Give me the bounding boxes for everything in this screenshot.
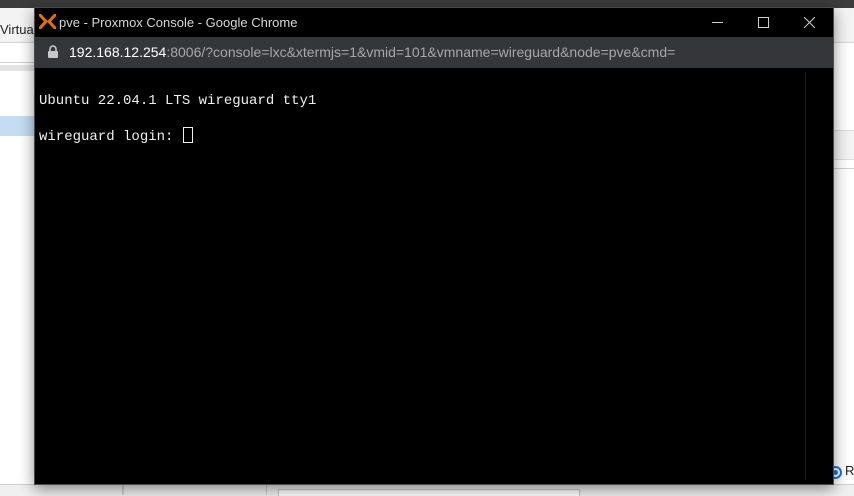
proxmox-logo-icon — [39, 14, 56, 29]
terminal-scrollbar[interactable] — [806, 72, 833, 480]
url-host: 192.168.12.254 — [69, 44, 167, 60]
background-content-divider — [832, 168, 854, 169]
minimize-icon — [712, 22, 723, 23]
background-radio-label: R — [845, 463, 854, 478]
background-splitter[interactable] — [122, 484, 124, 495]
background-header-text: Virtual — [0, 22, 37, 37]
login-prompt: wireguard login: — [39, 129, 182, 145]
background-content-box — [832, 130, 854, 160]
terminal-banner-line: Ubuntu 22.04.1 LTS wireguard tty1 — [39, 93, 317, 109]
window-title-bar[interactable]: pve - Proxmox Console - Google Chrome — [35, 8, 833, 37]
address-bar[interactable]: 192.168.12.254:8006/?console=lxc&xtermjs… — [35, 37, 833, 68]
url-text[interactable]: 192.168.12.254:8006/?console=lxc&xtermjs… — [69, 44, 675, 60]
console-area: Ubuntu 22.04.1 LTS wireguard tty1 wiregu… — [35, 68, 833, 484]
minimize-button[interactable] — [695, 8, 741, 37]
background-divider — [266, 484, 267, 495]
lock-icon[interactable] — [47, 45, 59, 59]
console-popup-window: pve - Proxmox Console - Google Chrome 19… — [34, 7, 834, 485]
maximize-icon — [758, 17, 769, 28]
terminal-login-line: wireguard login: — [39, 127, 193, 146]
terminal-screen[interactable]: Ubuntu 22.04.1 LTS wireguard tty1 wiregu… — [35, 72, 806, 480]
background-tree-header — [0, 65, 36, 71]
terminal-cursor — [182, 127, 193, 143]
close-button[interactable] — [787, 8, 833, 37]
url-path: :8006/?console=lxc&xtermjs=1&vmid=101&vm… — [166, 44, 676, 60]
close-icon — [804, 17, 815, 28]
maximize-button[interactable] — [741, 8, 787, 37]
background-selected-tree-row[interactable] — [0, 116, 36, 136]
background-content-panel — [832, 62, 854, 495]
window-title: pve - Proxmox Console - Google Chrome — [59, 15, 298, 30]
